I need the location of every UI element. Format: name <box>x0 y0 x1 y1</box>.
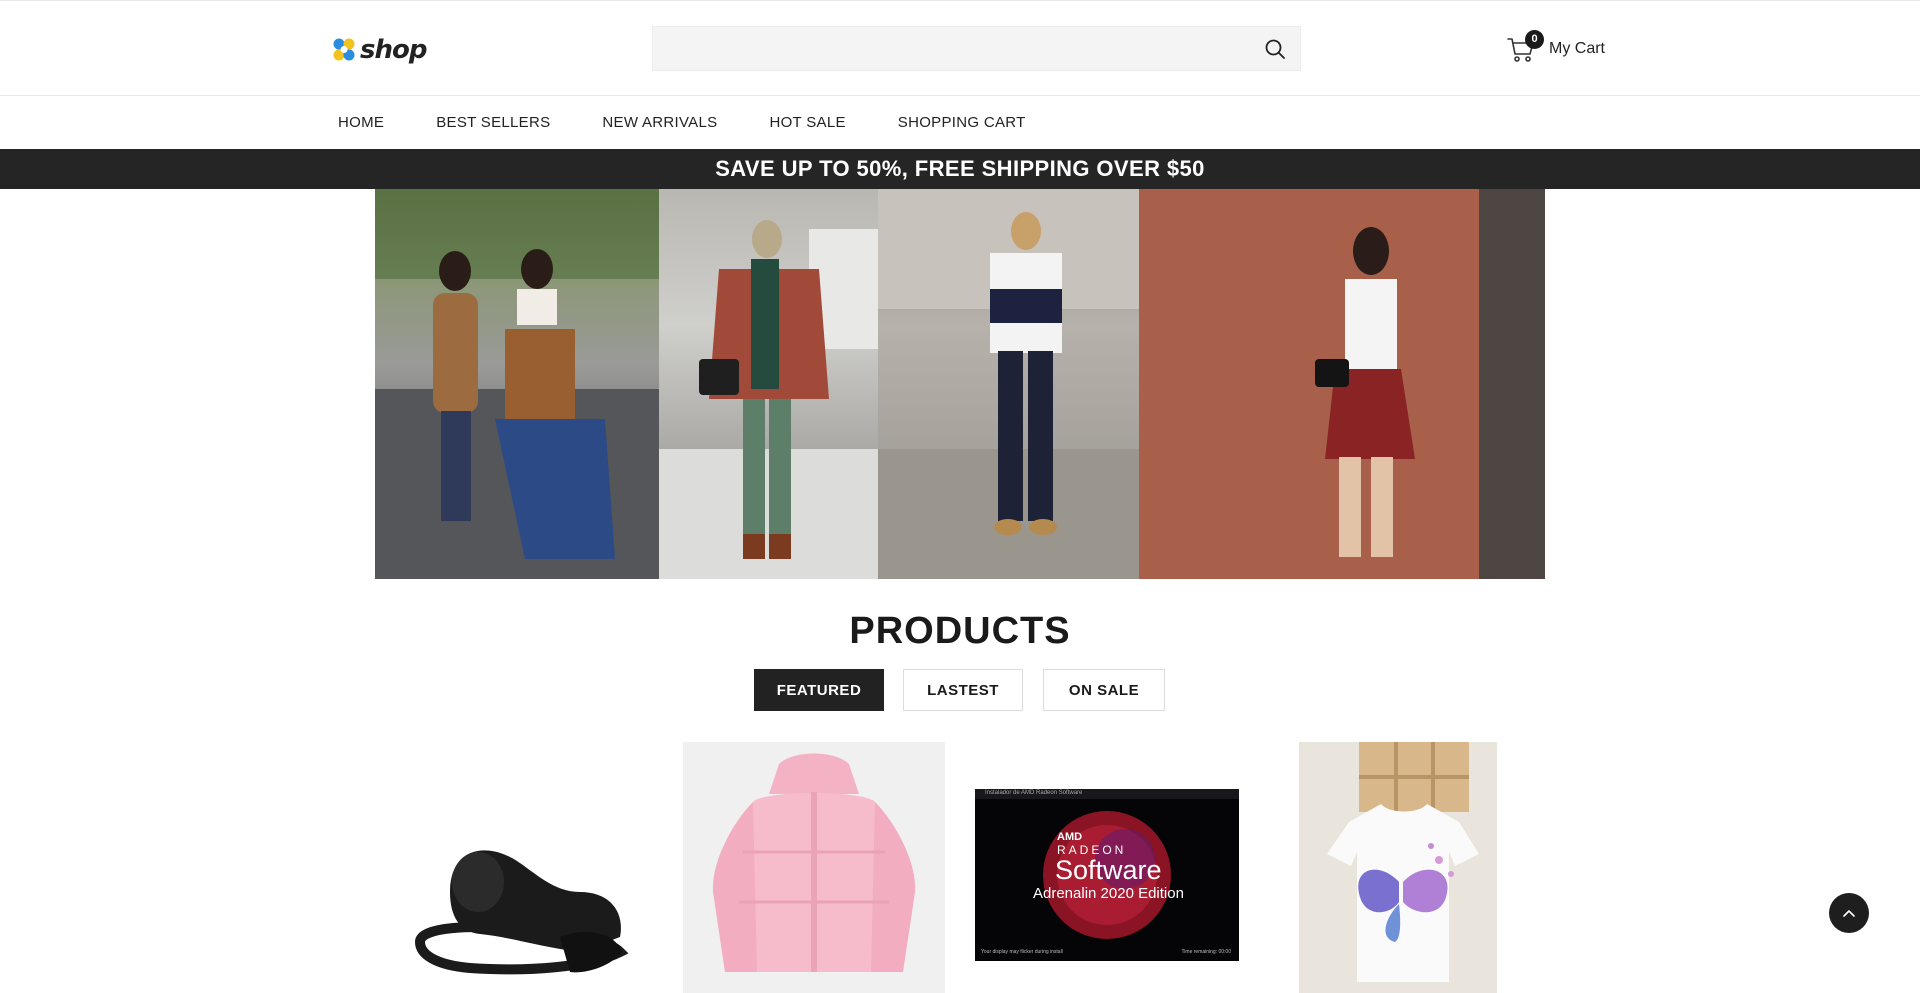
butterfly-tshirt-image <box>1327 742 1479 982</box>
product-card-butterfly-tshirt[interactable] <box>1299 742 1497 993</box>
scroll-to-top-button[interactable] <box>1829 893 1869 933</box>
cart-icon: 0 <box>1506 30 1544 64</box>
nav-item-shopping-cart[interactable]: SHOPPING CART <box>898 114 1026 131</box>
nav-item-home[interactable]: HOME <box>338 114 384 131</box>
chevron-up-icon <box>1843 910 1855 917</box>
hero-banner[interactable] <box>375 189 1545 579</box>
pink-jacket-image <box>712 753 916 972</box>
amd-software-text: Software <box>1055 855 1162 885</box>
amd-footer-text: Your display may flicker during install <box>981 949 1063 955</box>
search-icon[interactable] <box>1264 38 1286 60</box>
product-tabs: FEATURED LASTEST ON SALE <box>754 669 1165 711</box>
product-card-shoe-cover[interactable] <box>410 742 644 993</box>
site-header: shop 0 My Cart <box>0 1 1920 96</box>
amd-software-image: Instalador de AMD Radeon Software AMD RA… <box>975 789 1239 961</box>
nav-item-best-sellers[interactable]: BEST SELLERS <box>436 114 550 131</box>
cart-button[interactable]: 0 My Cart <box>1506 30 1605 67</box>
site-logo[interactable]: shop <box>329 34 427 66</box>
logo-text: shop <box>360 35 427 65</box>
shoe-cover-image <box>414 850 629 975</box>
hero-photo-3 <box>878 189 1139 579</box>
hero-photo-2 <box>659 189 878 579</box>
amd-edition-text: Adrenalin 2020 Edition <box>1033 885 1184 902</box>
hero-photo-1 <box>375 189 659 579</box>
hero-photo-4 <box>1139 189 1545 579</box>
products-title: PRODUCTS <box>849 610 1071 652</box>
logo-flower-icon <box>333 38 355 61</box>
tab-featured[interactable]: FEATURED <box>754 669 884 711</box>
search-bar <box>652 26 1301 71</box>
product-card-pink-jacket[interactable] <box>683 742 945 993</box>
tab-on-sale[interactable]: ON SALE <box>1043 669 1165 711</box>
amd-brand: AMD <box>1057 831 1083 843</box>
search-input[interactable] <box>653 27 1300 70</box>
product-card-amd-software[interactable]: Instalador de AMD Radeon Software AMD RA… <box>973 742 1239 993</box>
cart-label: My Cart <box>1549 40 1605 57</box>
nav-item-hot-sale[interactable]: HOT SALE <box>769 114 845 131</box>
cart-count-badge: 0 <box>1525 30 1544 49</box>
tab-latest[interactable]: LASTEST <box>903 669 1023 711</box>
amd-timer-text: Time remaining: 00:00 <box>1181 949 1231 955</box>
promo-banner: SAVE UP TO 50%, FREE SHIPPING OVER $50 <box>0 149 1920 189</box>
main-nav: HOME BEST SELLERS NEW ARRIVALS HOT SALE … <box>0 96 1920 149</box>
nav-item-new-arrivals[interactable]: NEW ARRIVALS <box>602 114 717 131</box>
